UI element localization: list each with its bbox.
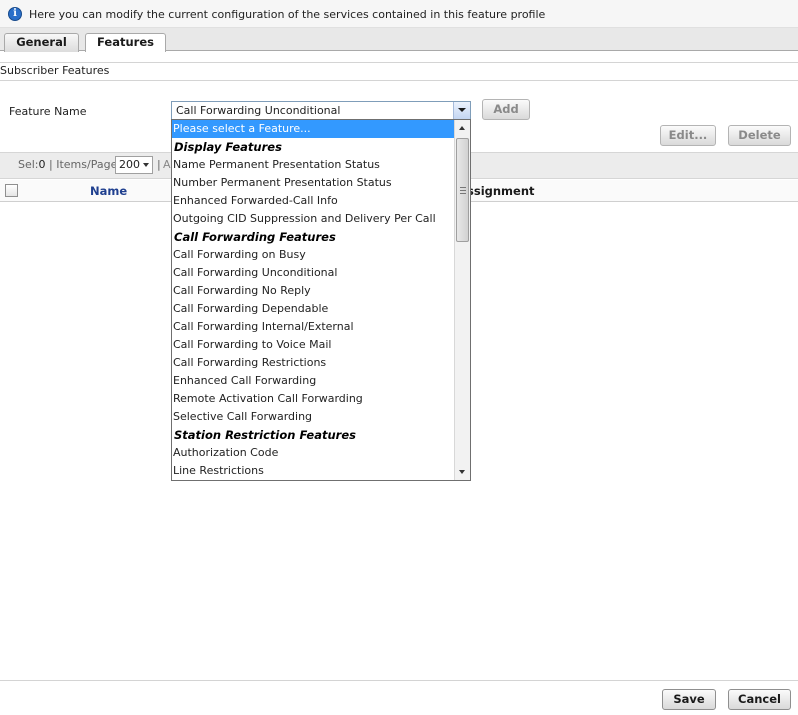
dropdown-option[interactable]: Name Permanent Presentation Status: [172, 156, 455, 174]
scroll-up-button[interactable]: [455, 120, 470, 136]
separator: |: [157, 158, 161, 171]
scroll-thumb[interactable]: [456, 138, 469, 242]
chevron-down-icon: [143, 163, 149, 167]
dropdown-option[interactable]: Call Forwarding Dependable: [172, 300, 455, 318]
feature-name-select[interactable]: Call Forwarding Unconditional: [171, 101, 471, 120]
dropdown-option[interactable]: Authorization Code: [172, 444, 455, 462]
save-button[interactable]: Save: [662, 689, 716, 710]
dropdown-button[interactable]: [453, 102, 470, 119]
sel-count: 0: [38, 158, 46, 171]
scroll-down-button[interactable]: [455, 464, 470, 480]
add-button[interactable]: Add: [482, 99, 530, 120]
cancel-button[interactable]: Cancel: [728, 689, 791, 710]
delete-button[interactable]: Delete: [728, 125, 791, 146]
items-per-page-label: Items/Page:: [56, 158, 122, 171]
column-header-name[interactable]: Name: [90, 184, 127, 198]
dropdown-option[interactable]: Enhanced Forwarded-Call Info: [172, 192, 455, 210]
dropdown-option[interactable]: Call Forwarding Internal/External: [172, 318, 455, 336]
feature-dropdown-list[interactable]: Please select a Feature... Display Featur…: [171, 119, 471, 481]
feature-select-value: Call Forwarding Unconditional: [176, 104, 341, 117]
dropdown-option[interactable]: Selective Call Forwarding: [172, 408, 455, 426]
chevron-down-icon: [458, 108, 466, 112]
items-per-page-select[interactable]: 200: [115, 156, 153, 174]
chevron-down-icon: [459, 470, 465, 474]
dropdown-option[interactable]: Please select a Feature...: [172, 120, 455, 138]
dropdown-option[interactable]: Enhanced Call Forwarding: [172, 372, 455, 390]
select-all-checkbox[interactable]: [5, 184, 18, 197]
grip-icon: [460, 187, 466, 196]
divider: [0, 80, 798, 81]
dropdown-group-header: Display Features: [174, 140, 282, 154]
dropdown-option[interactable]: Call Forwarding on Busy: [172, 246, 455, 264]
dropdown-option[interactable]: Call Forwarding No Reply: [172, 282, 455, 300]
dropdown-option[interactable]: Line Restrictions: [172, 462, 455, 480]
dropdown-group-header: Call Forwarding Features: [174, 230, 336, 244]
dropdown-option[interactable]: Call Forwarding Restrictions: [172, 354, 455, 372]
info-icon: i: [8, 7, 22, 21]
tab-features[interactable]: Features: [85, 33, 166, 52]
section-title: Subscriber Features: [0, 64, 110, 77]
paging-link[interactable]: A: [163, 158, 171, 171]
chevron-up-icon: [459, 126, 465, 130]
divider: [0, 680, 798, 681]
dropdown-option[interactable]: Number Permanent Presentation Status: [172, 174, 455, 192]
dropdown-group-header: Station Restriction Features: [174, 428, 356, 442]
items-per-page-value: 200: [119, 158, 140, 171]
dropdown-option[interactable]: Call Forwarding Unconditional: [172, 264, 455, 282]
dropdown-option[interactable]: Call Forwarding to Voice Mail: [172, 336, 455, 354]
tab-general[interactable]: General: [4, 33, 79, 52]
divider: [0, 62, 798, 63]
edit-button[interactable]: Edit...: [660, 125, 716, 146]
scrollbar[interactable]: [454, 120, 470, 480]
column-header-assignment[interactable]: ssignment: [467, 184, 547, 198]
dropdown-options: Please select a Feature... Display Featur…: [172, 120, 455, 480]
info-message: Here you can modify the current configur…: [29, 8, 546, 21]
dropdown-option[interactable]: Outgoing CID Suppression and Delivery Pe…: [172, 210, 455, 228]
separator: |: [49, 158, 53, 171]
selection-count: Sel:0 | Items/Page:: [18, 158, 121, 171]
dropdown-option[interactable]: Remote Activation Call Forwarding: [172, 390, 455, 408]
sel-label: Sel:: [18, 158, 39, 171]
feature-name-label: Feature Name: [9, 105, 87, 118]
